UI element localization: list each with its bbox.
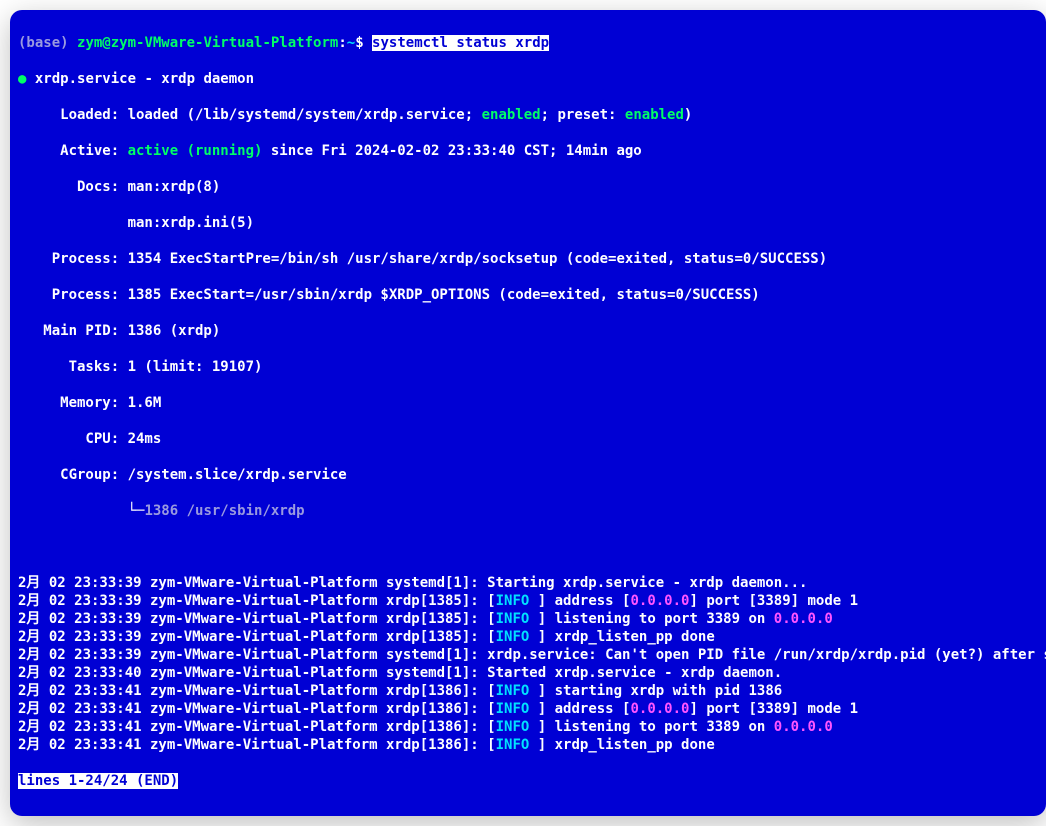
user-host: zym@zym-VMware-Virtual-Platform — [77, 35, 338, 51]
log-line: 2月 02 23:33:40 zym-VMware-Virtual-Platfo… — [18, 664, 1038, 682]
loaded-line: Loaded: loaded (/lib/systemd/system/xrdp… — [18, 106, 1038, 124]
mainpid-line: Main PID: 1386 (xrdp) — [18, 322, 1038, 340]
unit-name: xrdp.service - xrdp daemon — [26, 71, 254, 87]
sep: : — [338, 35, 346, 51]
ip-address: 0.0.0.0 — [774, 611, 833, 627]
log-line: 2月 02 23:33:41 zym-VMware-Virtual-Platfo… — [18, 718, 1038, 736]
tasks-line: Tasks: 1 (limit: 19107) — [18, 358, 1038, 376]
log-line: 2月 02 23:33:39 zym-VMware-Virtual-Platfo… — [18, 610, 1038, 628]
log-line: 2月 02 23:33:39 zym-VMware-Virtual-Platfo… — [18, 646, 1038, 664]
log-level-info: INFO — [496, 611, 538, 627]
log-area: 2月 02 23:33:39 zym-VMware-Virtual-Platfo… — [18, 574, 1038, 754]
terminal-window[interactable]: (base) zym@zym-VMware-Virtual-Platform:~… — [10, 10, 1046, 816]
dollar: $ — [355, 35, 372, 51]
process-line-1: Process: 1354 ExecStartPre=/bin/sh /usr/… — [18, 250, 1038, 268]
cgroup-line: CGroup: /system.slice/xrdp.service — [18, 466, 1038, 484]
ip-address: 0.0.0.0 — [774, 719, 833, 735]
process-line-2: Process: 1385 ExecStart=/usr/sbin/xrdp $… — [18, 286, 1038, 304]
ip-address: 0.0.0.0 — [630, 701, 689, 717]
log-line: 2月 02 23:33:39 zym-VMware-Virtual-Platfo… — [18, 628, 1038, 646]
blank-line — [18, 538, 1038, 556]
log-level-info: INFO — [496, 683, 538, 699]
log-level-info: INFO — [496, 719, 538, 735]
log-level-info: INFO — [496, 737, 538, 753]
memory-line: Memory: 1.6M — [18, 394, 1038, 412]
env-tag: (base) — [18, 35, 77, 51]
typed-command: systemctl status xrdp — [372, 35, 549, 51]
docs-line-2: man:xrdp.ini(5) — [18, 214, 1038, 232]
docs-line-1: Docs: man:xrdp(8) — [18, 178, 1038, 196]
log-line: 2月 02 23:33:41 zym-VMware-Virtual-Platfo… — [18, 682, 1038, 700]
log-level-info: INFO — [496, 593, 538, 609]
prompt-line[interactable]: (base) zym@zym-VMware-Virtual-Platform:~… — [18, 34, 1038, 52]
cpu-line: CPU: 24ms — [18, 430, 1038, 448]
active-line: Active: active (running) since Fri 2024-… — [18, 142, 1038, 160]
log-line: 2月 02 23:33:39 zym-VMware-Virtual-Platfo… — [18, 592, 1038, 610]
log-line: 2月 02 23:33:39 zym-VMware-Virtual-Platfo… — [18, 574, 1038, 592]
log-line: 2月 02 23:33:41 zym-VMware-Virtual-Platfo… — [18, 736, 1038, 754]
unit-header: ● xrdp.service - xrdp daemon — [18, 70, 1038, 88]
ip-address: 0.0.0.0 — [630, 593, 689, 609]
log-level-info: INFO — [496, 701, 538, 717]
log-line: 2月 02 23:33:41 zym-VMware-Virtual-Platfo… — [18, 700, 1038, 718]
pager-status[interactable]: lines 1-24/24 (END) — [18, 772, 1038, 790]
cgroup-child-line: └─1386 /usr/sbin/xrdp — [18, 502, 1038, 520]
log-level-info: INFO — [496, 629, 538, 645]
cwd: ~ — [347, 35, 355, 51]
